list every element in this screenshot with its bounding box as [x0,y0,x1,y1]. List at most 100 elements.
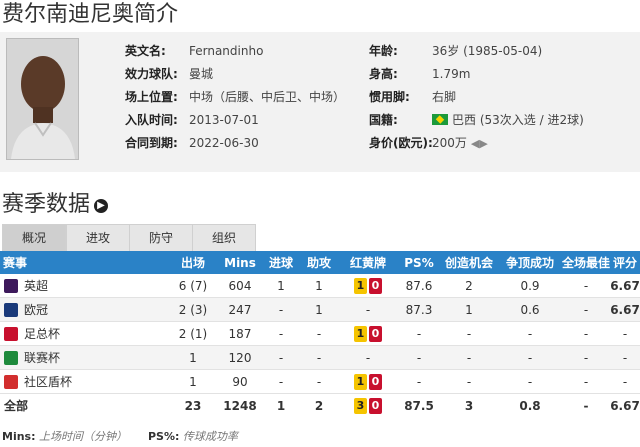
cell-mins: 247 [218,297,262,322]
header-chances[interactable]: 创造机会 [440,251,498,274]
cell-chances: 3 [464,398,474,413]
cell-ps: 87.6 [398,274,440,298]
nation-value: 巴西 (53次入选 / 进2球) [452,113,584,127]
profile-row-team: 效力球队: 曼城 [125,65,345,88]
cell-goals: - [262,345,300,370]
yellow-card-count: 1 [354,277,367,294]
table-legend: Mins: 上场时间（分钟） PS%: 传球成功率 [2,428,238,444]
table-row-total[interactable]: 全部 23 1248 1 2 3 0 87.5 3 0.8-6.67 [0,394,640,418]
table-header-row: 赛事 出场 Mins 进球 助攻 红黄牌 PS% 创造机会 争顶成功 全场最佳 … [0,251,640,274]
cell-cards: - [338,345,398,370]
cell-apps: 1 [168,345,218,370]
header-mins[interactable]: Mins [218,251,262,274]
player-photo [6,38,79,160]
header-cards[interactable]: 红黄牌 [338,251,398,274]
premier-league-icon [4,279,18,293]
header-goals[interactable]: 进球 [262,251,300,274]
cell-ps: 87.3 [398,297,440,322]
cell-motm: - [562,345,610,370]
cell-assists: - [300,345,338,370]
cell-ps: - [398,321,440,346]
nation-label: 国籍: [369,113,398,127]
cell-goals: - [262,321,300,346]
table-row[interactable]: 英超 6 (7) 604 1 1 1 0 87.6 2 0.9-6.67 [0,274,640,298]
season-stats-heading: 赛季数据 ▶ [2,190,109,220]
cell-rating: - [610,345,640,370]
tab-organize[interactable]: 组织 [192,224,256,251]
cell-motm: - [562,369,610,394]
competition-name[interactable]: 欧冠 [24,303,48,317]
red-card-count: 0 [369,397,382,414]
competition-name[interactable]: 联赛杯 [24,351,60,365]
cell-apps: 2 (3) [168,297,218,322]
value-trend-arrows-icon[interactable]: ◀▶ [471,135,488,153]
legend-ps-desc: 传球成功率 [182,430,238,443]
header-assists[interactable]: 助攻 [300,251,338,274]
cell-mins: 604 [218,274,262,298]
header-motm[interactable]: 全场最佳 [562,251,610,274]
header-apps[interactable]: 出场 [168,251,218,274]
header-rating[interactable]: 评分 [610,251,640,274]
cell-motm: - [583,398,589,413]
competition-cell: 欧冠 [0,297,168,322]
competition-cell: 英超 [0,274,168,298]
profile-left-column: 英文名: Fernandinho 效力球队: 曼城 场上位置: 中场（后腰、中后卫、中… [125,42,345,157]
table-row[interactable]: 社区盾杯 1 90- -1 0- - - - - [0,369,640,394]
competition-name[interactable]: 英超 [24,279,48,293]
red-card-count: 0 [369,373,382,390]
league-cup-icon [4,351,18,365]
market-value-label: 身价(欧元): [369,136,433,150]
legend-mins-desc: 上场时间（分钟） [39,430,127,443]
cell-aerial: - [498,369,562,394]
table-row[interactable]: 欧冠 2 (3) 247-1-87.3 1 0.6-6.67 [0,297,640,322]
cell-apps: 2 (1) [168,321,218,346]
profile-row-market-value: 身价(欧元):200万 ◀▶ [369,134,584,157]
profile-row-nation: 国籍: 巴西 (53次入选 / 进2球) [369,111,584,134]
brazil-flag-icon [432,114,448,125]
header-competition[interactable]: 赛事 [0,251,168,274]
table-row[interactable]: 联赛杯 1 120- - - - - - - - [0,345,640,370]
community-shield-icon [4,375,18,389]
player-avatar-icon [7,39,78,159]
cell-motm: - [562,321,610,346]
tab-overview[interactable]: 概况 [2,224,66,251]
tab-attack[interactable]: 进攻 [66,224,130,251]
position-label: 场上位置: [125,90,178,104]
cell-apps: 23 [184,398,202,413]
cell-ps: - [398,369,440,394]
profile-row-height: 身高: 1.79m [369,65,584,88]
tab-defense[interactable]: 防守 [129,224,193,251]
competition-cell: 足总杯 [0,321,168,346]
market-value: 200万 [432,136,467,150]
cell-apps: 1 [168,369,218,394]
yellow-card-count: 1 [354,373,367,390]
arrow-right-circle-icon[interactable]: ▶ [94,199,109,213]
header-aerial[interactable]: 争顶成功 [498,251,562,274]
cell-goals: 1 [262,274,300,298]
header-pass-pct[interactable]: PS% [398,251,440,274]
cell-chances: 1 [440,297,498,322]
team-label: 效力球队: [125,67,178,81]
cell-motm: - [562,274,610,298]
team-value: 曼城 [189,67,214,81]
profile-row-foot: 惯用脚: 右脚 [369,88,584,111]
cell-cards: 30 [338,394,398,418]
position-value: 中场（后腰、中后卫、中场） [189,90,346,104]
competition-name[interactable]: 全部 [4,399,28,413]
cell-mins: 187 [218,321,262,346]
yellow-card-count: 3 [354,397,367,414]
cell-rating: 6.67 [610,297,640,322]
cell-aerial: 0.8 [519,398,541,413]
cell-aerial: 0.9 [498,274,562,298]
competition-cell: 联赛杯 [0,345,168,370]
table-row[interactable]: 足总杯 2 (1) 187- -1 0- - - - - [0,321,640,346]
cell-assists: - [300,321,338,346]
cell-cards: 10 [338,274,398,298]
cell-mins: 1248 [223,398,257,413]
profile-right-column: 年龄: 36岁 (1985-05-04) 身高: 1.79m 惯用脚: 右脚 国籍: 巴… [369,42,584,157]
cell-ps: 87.5 [404,398,434,413]
cell-aerial: - [498,321,562,346]
competition-name[interactable]: 足总杯 [24,327,60,341]
competition-name[interactable]: 社区盾杯 [24,375,72,389]
season-stats-table: 赛事 出场 Mins 进球 助攻 红黄牌 PS% 创造机会 争顶成功 全场最佳 … [0,251,640,417]
